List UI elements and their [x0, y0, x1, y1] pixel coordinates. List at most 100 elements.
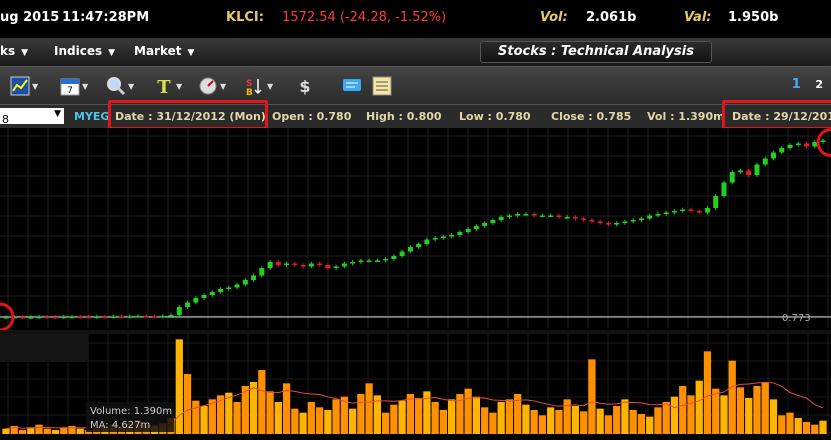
menu-indices[interactable]: Indices ▼ [54, 44, 115, 58]
gauge-button[interactable]: ▼ [198, 75, 226, 97]
candle-body [762, 158, 768, 165]
volume-bar [481, 407, 489, 434]
candle-body [152, 316, 158, 318]
svg-text:$: $ [299, 77, 310, 96]
candle-body [168, 315, 174, 317]
pane-separator [0, 330, 831, 334]
val-value: 1.950b [728, 10, 779, 25]
candle-body [44, 316, 50, 319]
dollar-button[interactable]: $ [295, 75, 315, 97]
buy-sell-button[interactable]: SB ▼ [245, 75, 273, 97]
comment-icon [343, 79, 361, 91]
candle-body [391, 256, 397, 259]
candle-body [548, 215, 554, 217]
text-tool-button[interactable]: T ▼ [154, 75, 182, 97]
status-time: 11:47:28PM [62, 10, 150, 25]
volume-bar [390, 404, 398, 434]
candle-body [284, 263, 290, 265]
volume-bar [769, 399, 778, 434]
symbol-select[interactable]: 8 ▼ [0, 108, 64, 126]
volume-bar [357, 394, 365, 434]
candle-body [28, 317, 34, 319]
candle-body [69, 316, 75, 319]
candle-body [267, 262, 273, 268]
volume-bar [415, 398, 423, 434]
page-2[interactable]: 2 [815, 78, 823, 91]
candle-body [424, 239, 430, 244]
candle-body [3, 317, 9, 319]
volume-bar [637, 414, 646, 434]
ma-label: MA: 4.627m [90, 420, 150, 431]
vol-value: 2.061b [586, 10, 637, 25]
menu-market[interactable]: Market ▼ [134, 44, 194, 58]
chart-type-button[interactable]: ▼ [10, 75, 38, 97]
volume-bar [332, 399, 340, 434]
candle-body [473, 226, 479, 229]
volume-bar [249, 382, 258, 434]
candle-body [721, 182, 727, 196]
candle-body [292, 263, 298, 265]
candle-body [251, 275, 257, 280]
calendar-button[interactable]: 7 ▼ [60, 75, 88, 97]
candle-body [449, 235, 455, 237]
volume-bar [646, 416, 654, 434]
candle-body [770, 152, 776, 159]
volume-bar [679, 386, 687, 434]
zoom-button[interactable]: ▼ [106, 75, 134, 97]
candle-body [746, 170, 752, 175]
calendar-icon: 7 [60, 78, 80, 96]
candle-body [308, 263, 314, 267]
candle-body [597, 221, 603, 223]
page-1[interactable]: 1 [792, 77, 801, 92]
candle-body [465, 229, 471, 232]
menu-stocks[interactable]: ks ▼ [0, 44, 28, 58]
candle-body [638, 218, 644, 220]
chevron-down-icon: ▼ [187, 48, 195, 58]
candle-body [498, 217, 504, 220]
chevron-down-icon: ▼ [128, 81, 135, 91]
volume-bar [736, 387, 745, 434]
candle-body [655, 214, 661, 216]
vol-label: Vol: [540, 10, 568, 25]
volume-bar [233, 402, 241, 434]
candle-body [647, 215, 653, 219]
volume-bar [778, 415, 786, 434]
candle-body [457, 232, 463, 235]
candle-body [506, 215, 512, 217]
candle-body [539, 215, 545, 217]
candle-body [515, 214, 521, 216]
comment-button[interactable] [342, 75, 362, 97]
volume-bar [274, 402, 282, 434]
volume-bar [315, 407, 324, 434]
svg-text:T: T [157, 77, 171, 96]
price-chart[interactable]: 0.773 Volume: 1.390m MA: 4.627m [0, 128, 831, 436]
candle-body [630, 220, 636, 222]
candle-body [663, 212, 669, 214]
highlight-end-marker [816, 128, 831, 157]
buy-sell-icon: SB [246, 79, 262, 96]
candle-body [671, 211, 677, 213]
candle-body [350, 262, 356, 264]
menu-stocks-label: ks [0, 44, 16, 58]
status-date: ug 2015 [0, 10, 60, 25]
candle-body [143, 316, 149, 318]
candle-body [77, 316, 83, 319]
volume-bar [2, 428, 10, 434]
volume-bar [670, 396, 679, 434]
volume-bar [291, 408, 299, 434]
volume-bar [563, 399, 571, 434]
candle-body [201, 295, 207, 298]
candle-body [366, 260, 372, 262]
volume-bar [35, 424, 43, 434]
candle-body [680, 209, 686, 211]
volume-bar [258, 370, 266, 434]
quote-close: Close : 0.785 [551, 110, 632, 123]
candle-body [53, 316, 59, 319]
candle-body [300, 265, 306, 267]
table-button[interactable] [372, 75, 392, 97]
volume-bar [547, 407, 555, 434]
volume-bar [613, 406, 621, 434]
volume-bar [687, 395, 695, 434]
volume-bar [266, 391, 274, 434]
svg-text:7: 7 [67, 86, 73, 96]
